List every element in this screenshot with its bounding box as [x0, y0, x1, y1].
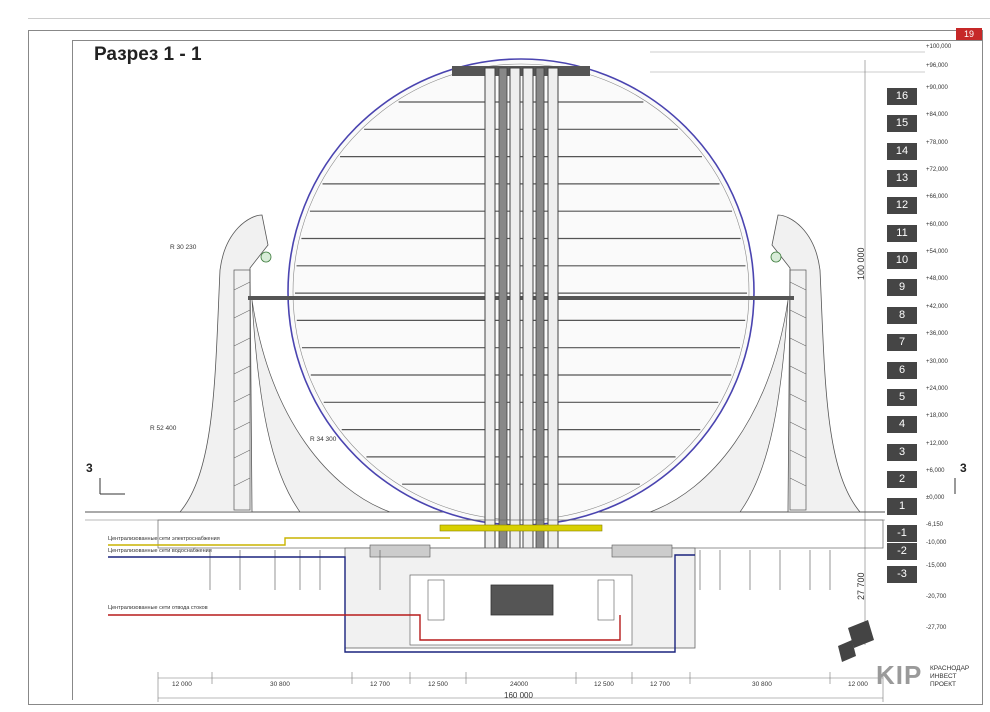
level-box: 9	[887, 279, 917, 296]
bottom-dimension: 24000	[510, 681, 529, 688]
tree-icon	[770, 251, 782, 263]
level-box: 2	[887, 471, 917, 488]
radius-label: R 30 230	[170, 244, 197, 251]
bottom-dimension: 30 800	[752, 681, 772, 688]
radius-label: R 34 300	[310, 436, 337, 443]
elevation-mark: +60,000	[926, 222, 948, 228]
bottom-dimension: 12 500	[594, 681, 614, 688]
section-mark-right: 3	[960, 461, 967, 475]
bottom-dimension: 12 500	[428, 681, 448, 688]
elevation-mark: ±0,000	[926, 495, 945, 501]
elevation-mark: +90,000	[926, 85, 948, 91]
level-box: 10	[887, 252, 917, 269]
elevation-mark: +6,000	[926, 468, 945, 474]
height-dimension: 100 000	[856, 247, 866, 280]
utility-note-sewer: Централизованные сети отвода стоков	[108, 605, 208, 611]
bottom-dimension: 12 000	[848, 681, 868, 688]
utility-note-power: Централизованные сети электроснабжения	[108, 536, 220, 542]
radius-label: R 52 400	[150, 425, 177, 432]
elevation-mark: -27,700	[926, 625, 947, 631]
logo-icon	[838, 620, 874, 662]
elevation-mark: +78,000	[926, 140, 948, 146]
elevation-mark: +72,000	[926, 167, 948, 173]
elevation-mark: +96,000	[926, 63, 948, 69]
elevation-mark: -15,000	[926, 563, 947, 569]
company-name: КРАСНОДАР ИНВЕСТ ПРОЕКТ	[930, 665, 970, 688]
elevation-mark: +100,000	[926, 44, 952, 50]
elevation-mark: +12,000	[926, 441, 948, 447]
level-box: 14	[887, 143, 917, 160]
tree-icon	[260, 251, 272, 263]
elevation-mark: +84,000	[926, 112, 948, 118]
elevation-mark: +42,000	[926, 304, 948, 310]
elevation-mark: -20,700	[926, 594, 947, 600]
elevation-mark: +66,000	[926, 194, 948, 200]
elevation-mark: +48,000	[926, 276, 948, 282]
depth-dimension: 27 700	[856, 572, 866, 600]
level-box: -2	[887, 543, 917, 560]
level-box: 8	[887, 307, 917, 324]
right-support	[771, 214, 861, 513]
level-box: 13	[887, 170, 917, 187]
bottom-dimension: 30 800	[270, 681, 290, 688]
level-box: 11	[887, 225, 917, 242]
level-box: 6	[887, 362, 917, 379]
company-logo: KIP	[876, 660, 923, 690]
left-support	[179, 214, 269, 513]
utility-note-water: Централизованные сети водоснабжения	[108, 548, 212, 554]
level-box: -1	[887, 525, 917, 542]
section-mark-left: 3	[86, 461, 93, 475]
bottom-dimension: 12 000	[172, 681, 192, 688]
level-box: 16	[887, 88, 917, 105]
yellow-slab	[439, 524, 603, 532]
level-box: 15	[887, 115, 917, 132]
elevation-mark: +36,000	[926, 331, 948, 337]
elevation-mark: +54,000	[926, 249, 948, 255]
total-dimension: 160 000	[504, 691, 533, 700]
level-box: 5	[887, 389, 917, 406]
elevation-mark: +18,000	[926, 413, 948, 419]
top-cap	[452, 66, 590, 76]
level-box: 12	[887, 197, 917, 214]
elevation-mark: +24,000	[926, 386, 948, 392]
bottom-dimension: 12 700	[650, 681, 670, 688]
level-box: 1	[887, 498, 917, 515]
level-box: 4	[887, 416, 917, 433]
bottom-dimension: 12 700	[370, 681, 390, 688]
level-box: -3	[887, 566, 917, 583]
elevation-mark: -10,000	[926, 540, 947, 546]
level-box: 3	[887, 444, 917, 461]
elevation-mark: -6,150	[926, 522, 944, 528]
elevation-mark: +30,000	[926, 359, 948, 365]
level-box: 7	[887, 334, 917, 351]
